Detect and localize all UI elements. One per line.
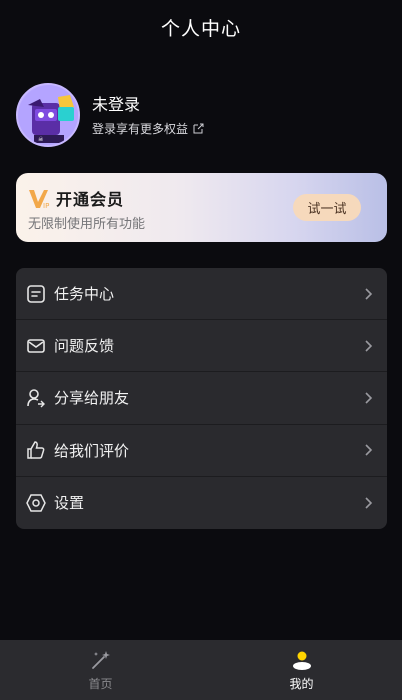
chevron-right-icon: [361, 496, 375, 510]
tab-label: 我的: [289, 676, 314, 691]
try-vip-button[interactable]: 试一试: [293, 194, 361, 221]
chevron-right-icon: [361, 391, 375, 405]
chevron-right-icon: [361, 443, 375, 457]
vip-subtitle: 无限制使用所有功能: [28, 217, 146, 232]
menu-item-feedback[interactable]: 问题反馈: [16, 320, 387, 373]
login-prompt[interactable]: 登录享有更多权益: [92, 120, 204, 137]
profile-section[interactable]: ☠ 未登录 登录享有更多权益: [16, 82, 204, 148]
menu-label: 分享给朋友: [54, 389, 130, 408]
menu-label: 设置: [54, 494, 85, 513]
external-link-icon: [193, 123, 204, 134]
user-icon: [291, 649, 313, 671]
vip-logo-icon: IP: [28, 188, 54, 214]
chevron-right-icon: [361, 287, 375, 301]
task-icon: [26, 284, 46, 304]
tab-label: 首页: [88, 676, 113, 691]
share-user-icon: [26, 388, 46, 408]
settings-menu: 任务中心 问题反馈 分享给朋友 给我们评价 设置: [16, 268, 387, 529]
bottom-tab-bar: 首页 我的: [0, 640, 402, 700]
tab-mine[interactable]: 我的: [201, 640, 402, 700]
page-title: 个人中心: [160, 17, 241, 40]
svg-text:☠: ☠: [38, 136, 44, 143]
settings-icon: [26, 493, 46, 513]
vip-title: 开通会员: [56, 190, 125, 209]
menu-item-rate-us[interactable]: 给我们评价: [16, 425, 387, 477]
svg-text:IP: IP: [43, 202, 49, 210]
avatar[interactable]: ☠: [16, 83, 80, 147]
mail-icon: [26, 336, 46, 356]
login-prompt-text: 登录享有更多权益: [92, 121, 189, 136]
menu-label: 问题反馈: [54, 337, 115, 356]
magic-wand-icon: [90, 649, 112, 671]
menu-item-settings[interactable]: 设置: [16, 477, 387, 529]
login-status[interactable]: 未登录: [92, 94, 204, 116]
menu-label: 给我们评价: [54, 441, 130, 460]
thumb-up-icon: [26, 440, 46, 460]
top-bar: 个人中心: [0, 0, 402, 54]
menu-item-task-center[interactable]: 任务中心: [16, 268, 387, 321]
menu-label: 任务中心: [54, 285, 115, 304]
vip-card[interactable]: IP 开通会员 无限制使用所有功能 试一试: [16, 173, 387, 242]
tab-home[interactable]: 首页: [0, 640, 201, 700]
chevron-right-icon: [361, 339, 375, 353]
menu-item-share[interactable]: 分享给朋友: [16, 372, 387, 425]
